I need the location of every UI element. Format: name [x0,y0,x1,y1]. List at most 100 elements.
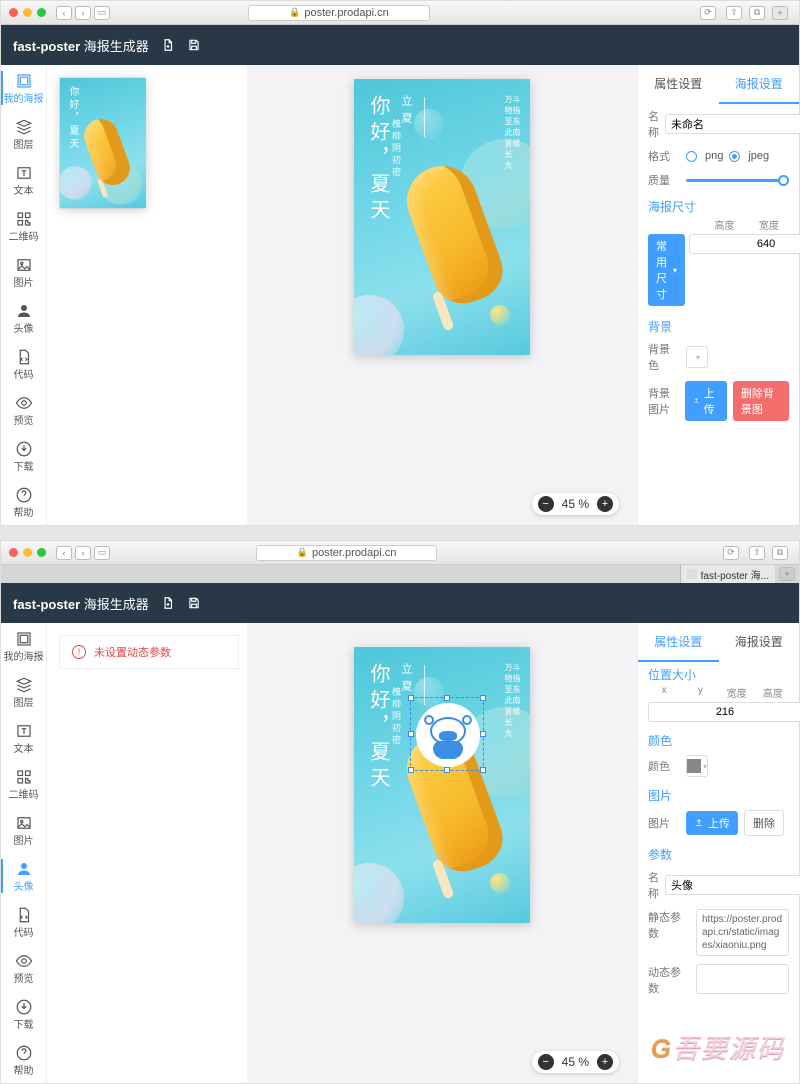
sidebar-item-image[interactable]: 图片 [1,807,46,853]
save-icon[interactable] [187,38,201,52]
sidebar-item-qrcode[interactable]: 二维码 [1,761,46,807]
browser-tabbar: fast-poster 海... + [1,565,799,583]
reader-button[interactable]: ⟳ [700,6,716,20]
sidebar-toggle[interactable]: ▭ [94,6,110,20]
zoom-value: 45 % [562,497,589,511]
zoom-out-button[interactable]: − [538,1054,554,1070]
warning-icon: ! [72,645,86,659]
sidebar-item-code[interactable]: 代码 [1,899,46,945]
x-input[interactable] [648,702,800,722]
tool-sidebar: 我的海报 图层 文本 二维码 图片 头像 代码 预览 下载 帮助 [1,65,47,525]
fwd-button[interactable]: › [75,6,91,20]
sidebar-item-help[interactable]: 帮助 [1,479,46,525]
quality-label: 质量 [648,172,680,188]
property-panel: 属性设置 海报设置 名称 格式 png jpeg 质量 海报尺寸 高度 宽度 常… [637,65,799,525]
sidebar-item-qrcode[interactable]: 二维码 [1,203,46,249]
browser-chrome: ‹ › ▭ 🔒poster.prodapi.cn ⟳ ⇧ ⧉ + [1,1,799,25]
share-button[interactable]: ⇧ [726,6,742,20]
address-bar[interactable]: 🔒poster.prodapi.cn [256,545,438,561]
fwd-button[interactable]: › [75,546,91,560]
radio-jpeg[interactable]: jpeg [729,150,769,162]
zoom-in-button[interactable]: + [597,496,613,512]
app-title: 海报生成器 [80,597,149,612]
address-bar[interactable]: 🔒poster.prodapi.cn [248,5,430,21]
sidebar-item-code[interactable]: 代码 [1,341,46,387]
bgcolor-label: 背景色 [648,341,680,373]
browser-window-1: ‹ › ▭ 🔒poster.prodapi.cn ⟳ ⇧ ⧉ + fast-po… [0,0,800,526]
img-delete-button[interactable]: 删除 [744,810,784,836]
sidebar-item-help[interactable]: 帮助 [1,1037,46,1083]
warning-banner: !未设置动态参数 [59,635,239,669]
color-picker[interactable]: ▾ [686,755,708,777]
bgimage-label: 背景图片 [648,385,679,417]
property-panel: 属性设置 海报设置 位置大小 x y 宽度 高度 颜色 颜色▾ [637,623,799,1083]
radio-png[interactable]: png [686,150,723,162]
new-file-icon[interactable] [161,596,175,610]
img-upload-button[interactable]: 上传 [686,811,738,835]
back-button[interactable]: ‹ [56,546,72,560]
bg-delete-button[interactable]: 删除背景图 [733,381,789,421]
poster-canvas[interactable]: 你好，夏天 立夏 槐柳阴初密 万物至此皆长大 斗指东南维 [354,79,530,355]
param-header: 参数 [638,840,799,865]
sidebar-item-avatar[interactable]: 头像 [1,853,46,899]
browser-tab[interactable]: fast-poster 海... [680,565,775,583]
app-topbar: fast-poster 海报生成器 [1,25,799,65]
tab-attr[interactable]: 属性设置 [638,623,719,662]
tool-sidebar: 我的海报 图层 文本 二维码 图片 头像 代码 预览 下载 帮助 [1,623,47,1083]
reader-button[interactable]: ⟳ [723,546,739,560]
sidebar-item-image[interactable]: 图片 [1,249,46,295]
avatar-element[interactable] [416,703,480,767]
sidebar-item-text[interactable]: 文本 [1,157,46,203]
app-title: 海报生成器 [80,39,149,54]
zoom-in-button[interactable]: + [597,1054,613,1070]
preset-size-button[interactable]: 常用尺寸▾ [648,234,685,306]
sidebar-item-download[interactable]: 下载 [1,991,46,1037]
sidebar-toggle[interactable]: ▭ [94,546,110,560]
sidebar-item-avatar[interactable]: 头像 [1,295,46,341]
traffic-lights[interactable] [9,548,46,557]
tabs-button[interactable]: ⧉ [749,6,765,20]
tab-poster[interactable]: 海报设置 [719,623,800,662]
sidebar-item-myposter[interactable]: 我的海报 [1,65,46,111]
save-icon[interactable] [187,596,201,610]
sidebar-item-text[interactable]: 文本 [1,715,46,761]
traffic-lights[interactable] [9,8,46,17]
name-input[interactable] [665,114,800,134]
cow-avatar-icon [424,711,472,759]
sidebar-item-layers[interactable]: 图层 [1,111,46,157]
zoom-out-button[interactable]: − [538,496,554,512]
sidebar-item-download[interactable]: 下载 [1,433,46,479]
url-text: poster.prodapi.cn [304,7,388,19]
bgcolor-picker[interactable]: ▾ [686,346,708,368]
poster-thumbnail[interactable]: 你好，夏天 [59,77,145,209]
newtab-button[interactable]: + [779,567,795,581]
sidebar-item-preview[interactable]: 预览 [1,945,46,991]
canvas-area[interactable]: 你好，夏天 立夏 槐柳阴初密 万物至此皆长大 斗指东南维 [247,623,637,1083]
share-button[interactable]: ⇧ [749,546,765,560]
poster-main-text: 你好，夏天 [364,95,393,225]
zoom-value: 45 % [562,1055,589,1069]
dynamic-param-input[interactable] [696,964,789,994]
tab-poster[interactable]: 海报设置 [719,65,800,104]
static-param-input[interactable]: https://poster.prodapi.cn/static/images/… [696,909,789,956]
bg-upload-button[interactable]: 上传 [685,381,727,421]
color-header: 颜色 [638,726,799,751]
brand: fast-poster [13,597,80,612]
canvas-area[interactable]: 你好，夏天 立夏 槐柳阴初密 万物至此皆长大 斗指东南维 − 45 % + [247,65,637,525]
poster-canvas[interactable]: 你好，夏天 立夏 槐柳阴初密 万物至此皆长大 斗指东南维 [354,647,530,923]
browser-window-2: ‹ › ▭ 🔒poster.prodapi.cn ⟳ ⇧ ⧉ fast-post… [0,540,800,1084]
sidebar-item-preview[interactable]: 预览 [1,387,46,433]
back-button[interactable]: ‹ [56,6,72,20]
tab-favicon [687,569,697,579]
url-text: poster.prodapi.cn [312,547,396,559]
sidebar-item-layers[interactable]: 图层 [1,669,46,715]
tab-attr[interactable]: 属性设置 [638,65,719,104]
tabs-button[interactable]: ⧉ [772,546,788,560]
quality-slider[interactable] [686,179,789,182]
newtab-button[interactable]: + [772,6,788,20]
height-input[interactable] [689,234,800,254]
sidebar-item-myposter[interactable]: 我的海报 [1,623,46,669]
new-file-icon[interactable] [161,38,175,52]
selection-box[interactable] [410,697,484,771]
param-name-input[interactable] [665,875,800,895]
